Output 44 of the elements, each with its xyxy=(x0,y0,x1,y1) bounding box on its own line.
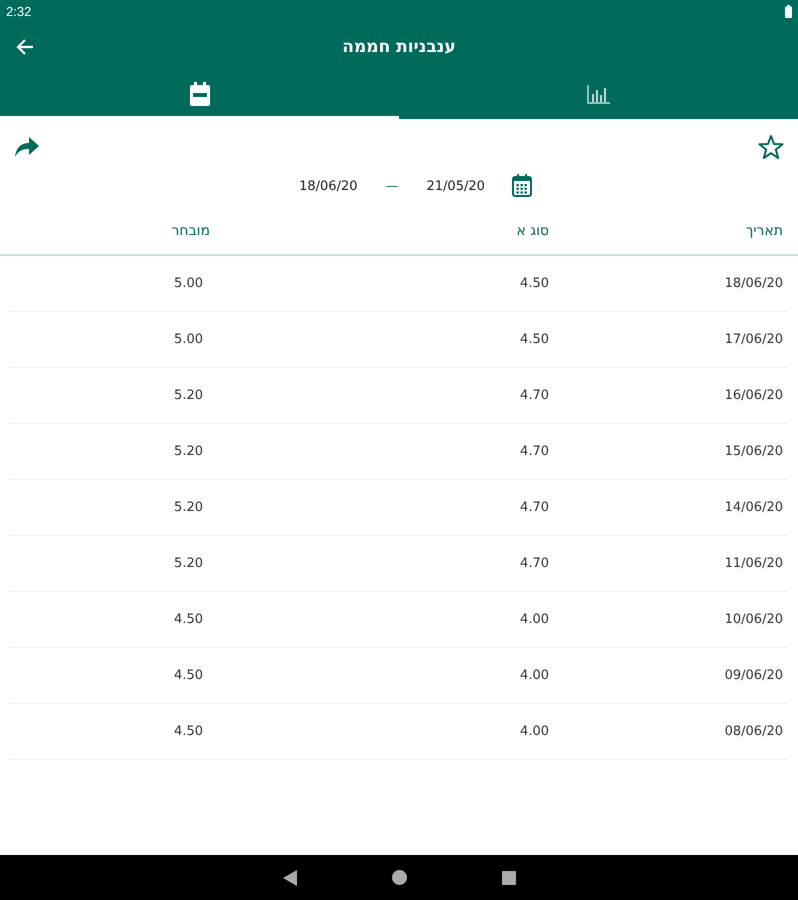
column-header: תאריך xyxy=(746,222,784,238)
table-cell-text: 5.20 xyxy=(174,444,204,459)
table-cell-text: 17/06/20 xyxy=(724,332,784,347)
table-cell: 4.50 xyxy=(520,332,549,347)
calendar-icon xyxy=(188,82,210,106)
calendar-icon xyxy=(510,174,533,198)
table-cell: 4.70 xyxy=(520,388,549,403)
end-date: 18/06/20 xyxy=(299,178,358,194)
table-cell: 4.70 xyxy=(520,500,549,515)
table-cell-text: 5.20 xyxy=(174,500,204,515)
battery-icon xyxy=(785,4,792,18)
table-cell-text: 10/06/20 xyxy=(724,612,784,627)
share-arrow-icon xyxy=(14,136,40,158)
back-nav-icon[interactable] xyxy=(282,870,296,886)
table-cell-text: 11/06/20 xyxy=(724,556,784,571)
table-cell-text: 09/06/20 xyxy=(724,668,784,683)
back-arrow-icon xyxy=(16,38,34,56)
status-time: 2:32 xyxy=(6,4,32,18)
table-cell: 4.70 xyxy=(520,556,549,571)
column-header: מובחר xyxy=(172,222,210,238)
table-cell-text: 15/06/20 xyxy=(724,444,784,459)
table-cell-text: 5.00 xyxy=(174,332,204,347)
column-header: סוג א xyxy=(516,222,549,238)
table-cell: 4.50 xyxy=(520,276,549,291)
table-cell-text: 14/06/20 xyxy=(724,500,784,515)
recents-nav-icon[interactable] xyxy=(502,870,516,884)
table-cell-text: 4.50 xyxy=(174,612,204,627)
table-cell-text: 18/06/20 xyxy=(724,276,784,291)
toolbar-title: ענבניות חממה xyxy=(342,37,456,57)
table-cell-text: 5.20 xyxy=(174,556,204,571)
home-nav-icon[interactable] xyxy=(392,870,406,885)
bar-chart-icon xyxy=(586,84,610,104)
table-cell-text: 16/06/20 xyxy=(724,388,784,403)
start-date: 21/05/20 xyxy=(426,178,485,194)
range-dash: — xyxy=(384,178,400,194)
table-cell-text: 5.00 xyxy=(174,276,204,291)
table-cell-text: 4.50 xyxy=(174,668,204,683)
table-cell: 4.00 xyxy=(520,668,549,683)
table-cell: 4.70 xyxy=(520,444,549,459)
table-cell-text: 08/06/20 xyxy=(724,724,784,739)
table-cell-text: 4.50 xyxy=(174,724,204,739)
table-cell-text: 5.20 xyxy=(174,388,204,403)
table-cell: 4.00 xyxy=(520,724,549,739)
table-cell: 4.00 xyxy=(520,612,549,627)
